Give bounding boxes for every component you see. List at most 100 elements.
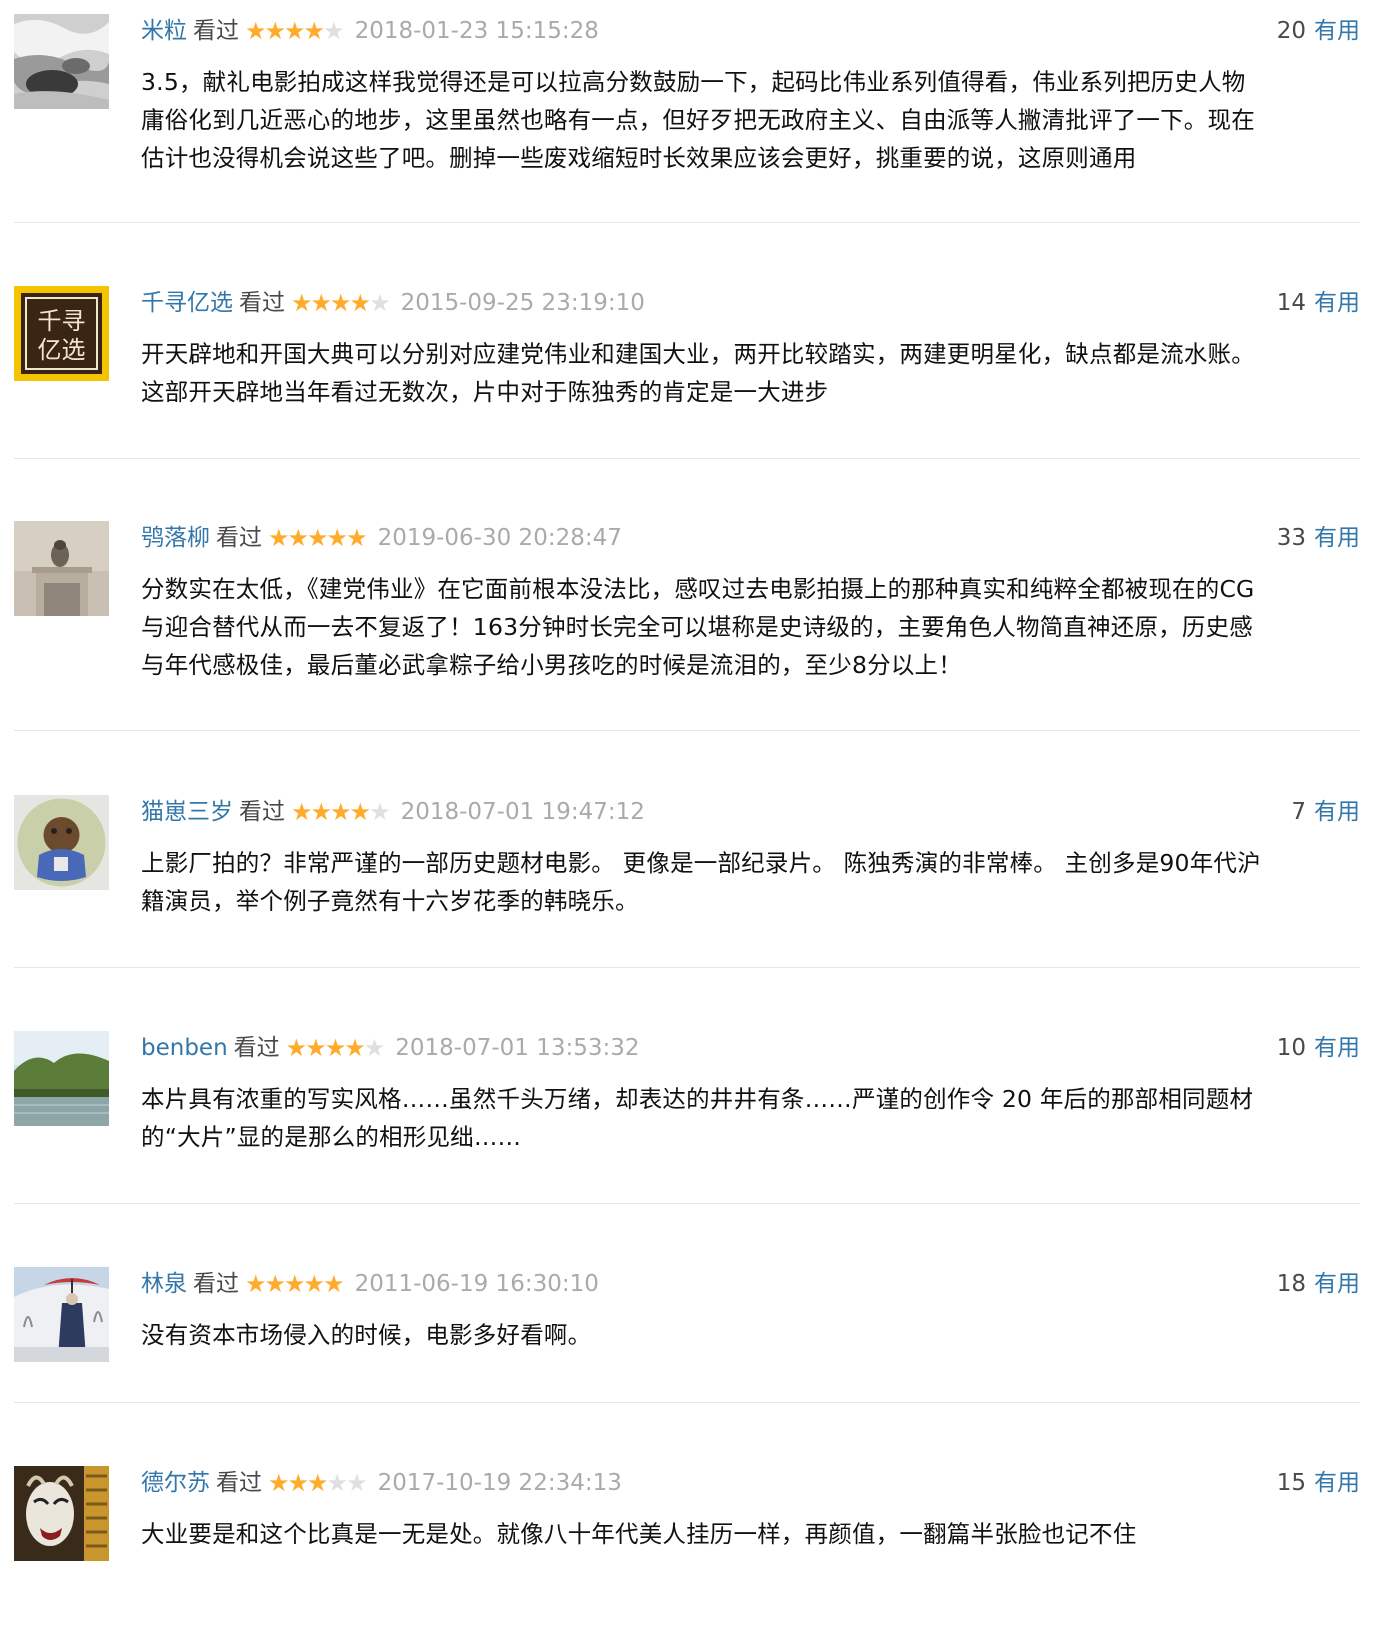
vote-area: 14 有用 <box>1277 286 1360 320</box>
comment-text-line: 与迎合替代从而一去不复返了！163分钟时长完全可以堪称是史诗级的，主要角色人物简… <box>141 613 1253 641</box>
star-icon: ★ <box>349 289 371 317</box>
star-icon: ★ <box>324 1034 346 1062</box>
comment-text-line: 庸俗化到几近恶心的地步，这里虽然也略有一点，但好歹把无政府主义、自由派等人撇清批… <box>141 106 1255 134</box>
comment-text-line: 没有资本市场侵入的时候，电影多好看啊。 <box>141 1321 592 1349</box>
username-link[interactable]: 米粒 <box>141 18 187 44</box>
comment-time: 2017-10-19 22:34:13 <box>377 1470 622 1496</box>
comment-meta: benben 看过 ★★★★★ 2018-07-01 13:53:32 10 有用 <box>141 1031 1360 1065</box>
comment-text-line: 分数实在太低，《建党伟业》在它面前根本没法比，感叹过去电影拍摄上的那种真实和纯粹… <box>141 575 1255 603</box>
star-icon: ★ <box>307 524 328 552</box>
rating-stars: ★★★★★ <box>285 1031 386 1065</box>
comment-item: 鸮落柳 看过 ★★★★★ 2019-06-30 20:28:47 33 有用 分数实在太… <box>14 521 1360 731</box>
watch-status: 看过 <box>216 525 262 551</box>
comment-meta: 猫崽三岁 看过 ★★★★★ 2018-07-01 19:47:12 7 有用 <box>141 795 1360 829</box>
rating-stars: ★★★★★ <box>245 1267 345 1301</box>
avatar[interactable]: 千寻 亿选 <box>14 286 109 381</box>
star-icon: ★ <box>284 17 305 45</box>
vote-area: 20 有用 <box>1277 14 1360 48</box>
rating-stars: ★★★★★ <box>268 521 368 555</box>
star-icon: ★ <box>268 524 289 552</box>
comment-text: 上影厂拍的？非常严谨的一部历史题材电影。 更像是一部纪录片。 陈独秀演的非常棒。… <box>141 844 1360 920</box>
vote-area: 18 有用 <box>1277 1267 1360 1301</box>
useful-button[interactable]: 有用 <box>1314 18 1360 44</box>
rating-stars: ★★★★★ <box>291 795 391 829</box>
avatar[interactable] <box>14 1267 109 1362</box>
star-icon: ★ <box>326 1469 348 1497</box>
star-icon: ★ <box>346 1469 367 1497</box>
star-icon: ★ <box>349 798 371 826</box>
username-link[interactable]: 林泉 <box>141 1271 187 1297</box>
comment-text-line: 3.5，献礼电影拍成这样我觉得还是可以拉高分数鼓励一下，起码比伟业系列值得看，伟… <box>141 68 1246 96</box>
avatar[interactable] <box>14 1031 109 1126</box>
vote-count: 33 <box>1276 525 1306 551</box>
avatar-text: 亿选 <box>38 336 86 364</box>
comment-item: 林泉 看过 ★★★★★ 2011-06-19 16:30:10 18 有用 没有资本市场… <box>14 1267 1360 1403</box>
star-icon: ★ <box>245 17 266 45</box>
useful-button[interactable]: 有用 <box>1314 1470 1360 1496</box>
comment-time: 2011-06-19 16:30:10 <box>354 1271 599 1297</box>
star-icon: ★ <box>369 798 390 826</box>
comment-text: 分数实在太低，《建党伟业》在它面前根本没法比，感叹过去电影拍摄上的那种真实和纯粹… <box>141 570 1360 684</box>
comment-text-line: 大业要是和这个比真是一无是处。就像八十年代美人挂历一样，再颜值，一翻篇半张脸也记… <box>141 1520 1137 1548</box>
comment-text: 开天辟地和开国大典可以分别对应建党伟业和建国大业，两开比较踏实，两建更明星化，缺… <box>141 335 1360 411</box>
username-link[interactable]: benben <box>141 1035 228 1061</box>
vote-area: 7 有用 <box>1291 795 1360 829</box>
avatar[interactable] <box>14 795 109 890</box>
vote-area: 33 有用 <box>1277 521 1360 555</box>
watch-status: 看过 <box>193 18 239 44</box>
vote-count: 18 <box>1276 1271 1306 1297</box>
comment-item: 猫崽三岁 看过 ★★★★★ 2018-07-01 19:47:12 7 有用 上影厂拍的… <box>14 795 1360 968</box>
watch-status: 看过 <box>233 1035 280 1061</box>
comment-text: 没有资本市场侵入的时候，电影多好看啊。 <box>141 1316 1360 1354</box>
comment-meta: 米粒 看过 ★★★★★ 2018-01-23 15:15:28 20 有用 <box>141 14 1360 48</box>
comment-item: 千寻 亿选 千寻亿选 看过 ★★★★★ 2015-09-25 23:19:10 14 有… <box>14 286 1360 459</box>
comment-text-line: 上影厂拍的？非常严谨的一部历史题材电影。 更像是一部纪录片。 陈独秀演的非常棒。… <box>141 849 1261 877</box>
star-icon: ★ <box>369 289 390 317</box>
useful-button[interactable]: 有用 <box>1314 1271 1360 1297</box>
useful-button[interactable]: 有用 <box>1314 1035 1360 1061</box>
username-link[interactable]: 鸮落柳 <box>141 525 210 551</box>
avatar[interactable] <box>14 1466 109 1561</box>
vote-count: 15 <box>1276 1470 1306 1496</box>
vote-area: 15 有用 <box>1277 1466 1360 1500</box>
comment-text-line: 本片具有浓重的写实风格……虽然千头万绪，却表达的井井有条……严谨的创作令 20 … <box>141 1085 1254 1113</box>
star-icon: ★ <box>344 1034 365 1062</box>
comment-text: 3.5，献礼电影拍成这样我觉得还是可以拉高分数鼓励一下，起码比伟业系列值得看，伟… <box>141 63 1360 177</box>
comment-item: benben 看过 ★★★★★ 2018-07-01 13:53:32 10 有用 本片… <box>14 1031 1360 1204</box>
watch-status: 看过 <box>216 1470 262 1496</box>
comment-meta: 千寻亿选 看过 ★★★★★ 2015-09-25 23:19:10 14 有用 <box>141 286 1360 320</box>
vote-count: 14 <box>1276 290 1306 316</box>
star-icon: ★ <box>291 798 312 826</box>
comment-meta: 林泉 看过 ★★★★★ 2011-06-19 16:30:10 18 有用 <box>141 1267 1360 1301</box>
star-icon: ★ <box>291 289 312 317</box>
username-link[interactable]: 猫崽三岁 <box>141 799 233 825</box>
star-icon: ★ <box>305 1034 326 1062</box>
comment-text: 本片具有浓重的写实风格……虽然千头万绪，却表达的井井有条……严谨的创作令 20 … <box>141 1080 1360 1156</box>
comment-item: 米粒 看过 ★★★★★ 2018-01-23 15:15:28 20 有用 3.5，献礼… <box>14 14 1360 223</box>
comment-item: 德尔苏 看过 ★★★★★ 2017-10-19 22:34:13 15 有用 大业要是和… <box>14 1466 1360 1586</box>
star-icon: ★ <box>323 1270 344 1298</box>
star-icon: ★ <box>245 1270 266 1298</box>
star-icon: ★ <box>284 1270 305 1298</box>
star-icon: ★ <box>264 17 286 45</box>
comment-text-line: 这部开天辟地当年看过无数次，片中对于陈独秀的肯定是一大进步 <box>141 378 829 406</box>
star-icon: ★ <box>323 17 344 45</box>
watch-status: 看过 <box>193 1271 239 1297</box>
useful-button[interactable]: 有用 <box>1314 290 1360 316</box>
vote-area: 10 有用 <box>1277 1031 1360 1065</box>
star-icon: ★ <box>285 1034 307 1062</box>
avatar-text: 千寻 <box>38 307 86 335</box>
useful-button[interactable]: 有用 <box>1314 799 1360 825</box>
avatar[interactable] <box>14 14 109 109</box>
star-icon: ★ <box>363 1034 385 1062</box>
comment-text-line: 与年代感极佳，最后董必武拿粽子给小男孩吃的时候是流泪的，至少8分以上！ <box>141 651 962 679</box>
star-icon: ★ <box>307 1469 328 1497</box>
rating-stars: ★★★★★ <box>291 286 391 320</box>
star-icon: ★ <box>303 17 325 45</box>
username-link[interactable]: 德尔苏 <box>141 1470 210 1496</box>
avatar[interactable] <box>14 521 109 616</box>
watch-status: 看过 <box>239 799 285 825</box>
star-icon: ★ <box>326 524 348 552</box>
username-link[interactable]: 千寻亿选 <box>141 290 233 316</box>
useful-button[interactable]: 有用 <box>1314 525 1360 551</box>
